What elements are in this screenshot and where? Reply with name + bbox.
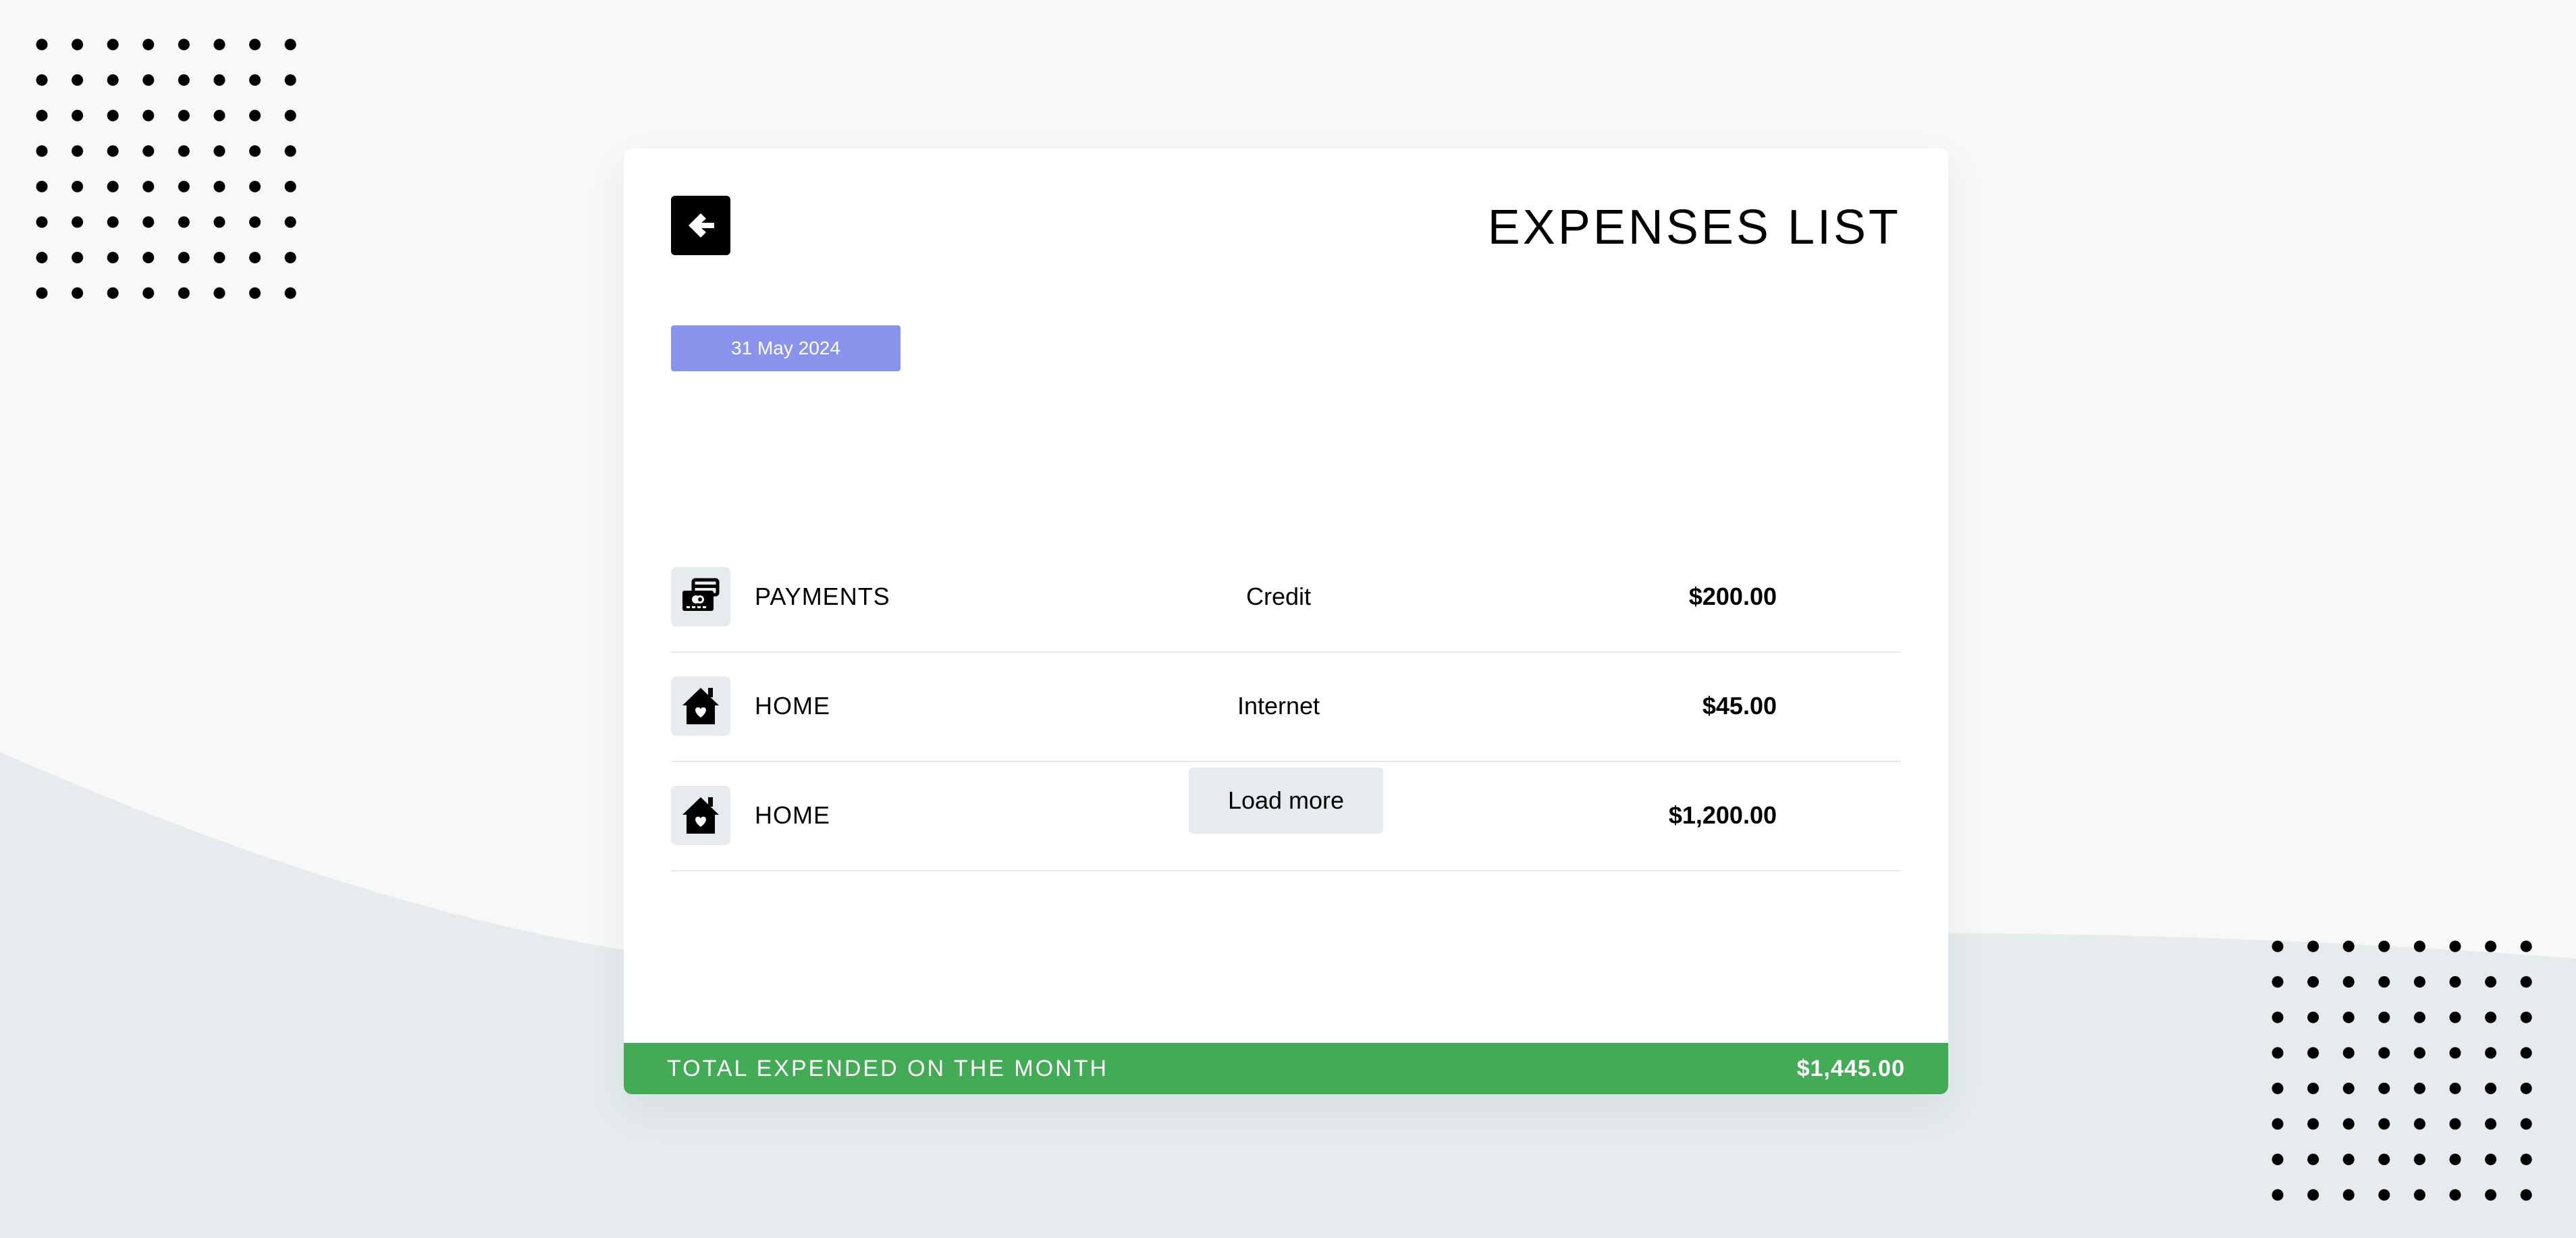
total-label: TOTAL EXPENDED ON THE MONTH [667,1055,1109,1081]
credit-card-cash-icon [682,578,720,611]
expense-category: HOME [755,801,830,829]
home-heart-icon [682,797,719,834]
expense-category: PAYMENTS [755,583,890,610]
total-value: $1,445.00 [1796,1055,1905,1081]
decorative-dots-top-left [30,36,300,311]
load-more-button[interactable]: Load more [1189,768,1383,834]
arrow-left-icon [689,213,714,238]
expense-icon-box [671,567,730,626]
home-heart-icon [682,688,719,724]
expense-description: Internet [1237,692,1320,720]
expense-row[interactable]: PAYMENTS Credit $200.00 [671,543,1901,653]
expense-icon-box [671,786,730,845]
expense-amount: $45.00 [1702,692,1777,720]
back-button[interactable] [671,196,730,255]
expense-icon-box [671,676,730,736]
page-title: EXPENSES LIST [1487,200,1901,254]
expense-category: HOME [755,692,830,720]
date-badge: 31 May 2024 [671,325,901,371]
expense-amount: $1,200.00 [1668,801,1777,829]
total-bar: TOTAL EXPENDED ON THE MONTH $1,445.00 [624,1043,1948,1094]
expenses-card: EXPENSES LIST 31 May 2024 PAYMENTS Credi… [624,149,1948,1094]
decorative-dots-bottom-right [2265,938,2549,1212]
expense-amount: $200.00 [1688,583,1777,610]
expense-row[interactable]: HOME Internet $45.00 [671,653,1901,762]
expense-description: Credit [1245,583,1312,610]
